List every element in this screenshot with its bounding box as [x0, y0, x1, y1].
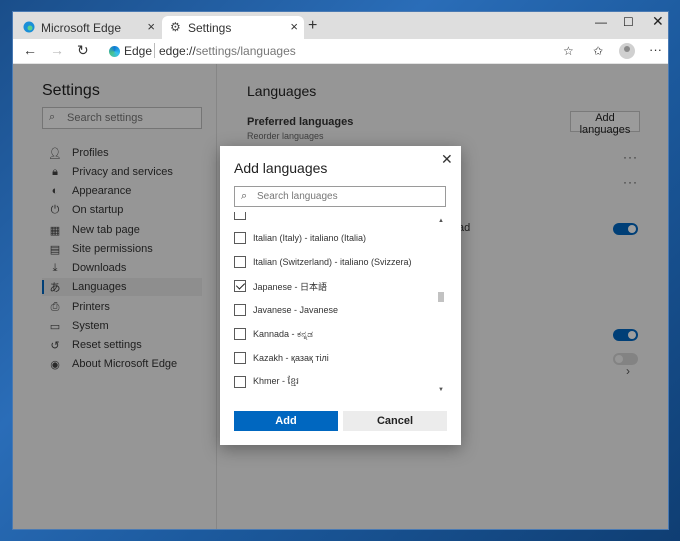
- gear-icon: ⚙: [170, 20, 181, 34]
- more-icon[interactable]: ···: [649, 42, 662, 57]
- new-tab-icon[interactable]: +: [308, 17, 317, 35]
- checkbox[interactable]: [234, 328, 246, 340]
- checkbox-checked[interactable]: [234, 280, 246, 292]
- url-host: edge://: [159, 44, 196, 58]
- checkbox[interactable]: [234, 212, 246, 220]
- search-languages-input[interactable]: [257, 189, 442, 204]
- back-icon[interactable]: ←: [23, 42, 37, 58]
- list-scrollbar[interactable]: ▲ ▼: [437, 216, 445, 396]
- close-window-icon[interactable]: ✕: [652, 13, 664, 30]
- checkbox[interactable]: [234, 256, 246, 268]
- list-item[interactable]: Kannada - ಕನ್ನಡ: [234, 326, 434, 342]
- favorite-star-icon[interactable]: ☆: [563, 44, 574, 58]
- list-item[interactable]: [234, 212, 434, 222]
- list-item[interactable]: Japanese - 日本語: [234, 278, 434, 294]
- checkbox[interactable]: [234, 304, 246, 316]
- checkbox[interactable]: [234, 376, 246, 388]
- profile-avatar[interactable]: [619, 43, 635, 59]
- dialog-title: Add languages: [234, 160, 328, 176]
- checkbox[interactable]: [234, 232, 246, 244]
- language-label: Khmer - ខ្មែរ: [253, 375, 299, 386]
- scroll-down-icon[interactable]: ▼: [438, 387, 444, 393]
- minimize-icon[interactable]: —: [595, 15, 607, 29]
- site-label: Edge: [124, 44, 153, 58]
- checkbox[interactable]: [234, 352, 246, 364]
- language-list: Italian (Italy) - italiano (Italia) Ital…: [220, 212, 446, 396]
- edge-icon: [23, 21, 35, 33]
- list-item[interactable]: Italian (Switzerland) - italiano (Svizze…: [234, 254, 434, 270]
- maximize-icon[interactable]: ☐: [623, 15, 634, 29]
- scrollbar-thumb[interactable]: [438, 292, 444, 302]
- tab-strip: Microsoft Edge × ⚙ Settings × + — ☐ ✕: [13, 12, 668, 39]
- address-separator: [154, 43, 155, 58]
- language-label: Kannada - ಕನ್ನಡ: [253, 328, 314, 339]
- add-languages-dialog: Add languages ✕ ⌕ Italian (Italy) - ital…: [220, 146, 461, 445]
- url-field[interactable]: edge://settings/languages: [159, 44, 296, 58]
- tab-settings[interactable]: ⚙ Settings ×: [162, 16, 304, 39]
- language-label: Javanese - Javanese: [253, 305, 339, 315]
- close-tab-icon[interactable]: ×: [147, 19, 155, 34]
- list-item[interactable]: Javanese - Javanese: [234, 302, 434, 318]
- close-tab-icon[interactable]: ×: [290, 19, 298, 34]
- cancel-button[interactable]: Cancel: [343, 411, 447, 431]
- add-button[interactable]: Add: [234, 411, 338, 431]
- address-bar: ← → ↻ Edge edge://settings/languages ☆ ✩…: [13, 39, 668, 64]
- search-icon: ⌕: [241, 190, 248, 202]
- language-label: Kazakh - қазақ тілі: [253, 353, 329, 363]
- language-label: Italian (Italy) - italiano (Italia): [253, 233, 367, 243]
- scroll-up-icon[interactable]: ▲: [438, 218, 444, 224]
- list-item[interactable]: Italian (Italy) - italiano (Italia): [234, 230, 434, 246]
- forward-icon[interactable]: →: [50, 42, 64, 58]
- refresh-icon[interactable]: ↻: [77, 42, 89, 59]
- tab-label: Settings: [188, 20, 232, 35]
- tab-label: Microsoft Edge: [41, 20, 122, 35]
- edge-icon: [109, 46, 120, 57]
- search-languages-field: ⌕: [234, 186, 446, 207]
- list-item[interactable]: Khmer - ខ្មែរ: [234, 374, 434, 390]
- language-label: Italian (Switzerland) - italiano (Svizze…: [253, 257, 412, 267]
- favorites-icon[interactable]: ✩: [593, 44, 603, 58]
- language-label: Japanese - 日本語: [253, 281, 328, 292]
- close-icon[interactable]: ✕: [441, 151, 453, 168]
- list-item[interactable]: Kazakh - қазақ тілі: [234, 350, 434, 366]
- tab-microsoft-edge[interactable]: Microsoft Edge ×: [15, 16, 161, 39]
- url-path: settings/languages: [195, 44, 296, 58]
